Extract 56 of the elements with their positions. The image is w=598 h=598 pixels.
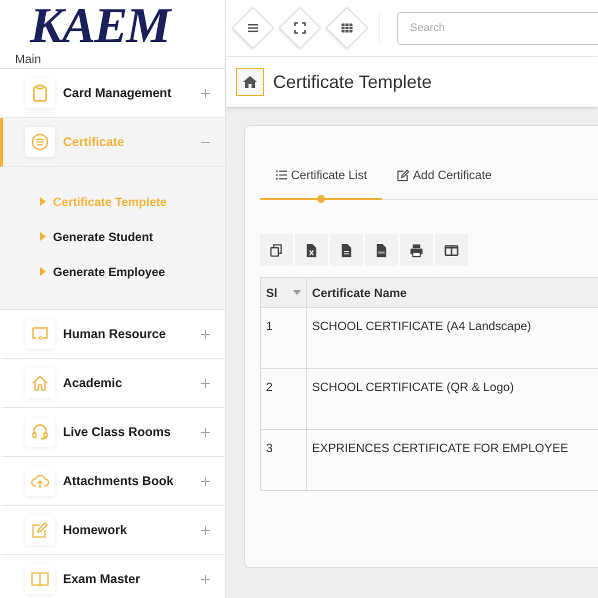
expand-icon[interactable]	[201, 378, 210, 388]
edit-icon	[397, 168, 410, 182]
list-icon	[275, 168, 288, 182]
expand-icon[interactable]	[201, 526, 210, 534]
export-button[interactable]	[330, 234, 363, 266]
menu-label: Exam Master	[63, 570, 140, 588]
menu-label: Live Class Rooms	[63, 424, 171, 441]
export-button[interactable]	[365, 234, 398, 266]
table-cell: 2	[260, 368, 306, 430]
monitor-icon	[25, 319, 55, 349]
columns-icon	[444, 242, 459, 258]
logo: KAEM	[30, 0, 170, 50]
fullscreen-icon	[292, 20, 308, 36]
column-header[interactable]: Sl	[266, 284, 278, 302]
file-icon	[339, 242, 354, 258]
export-button[interactable]	[435, 234, 468, 266]
expand-icon[interactable]	[201, 330, 210, 338]
menu-label: Homework	[63, 522, 127, 539]
circle-lines-icon	[25, 127, 55, 157]
page-title: Certificate Templete	[273, 70, 432, 94]
table-cell: 3	[260, 430, 306, 490]
export-button[interactable]	[260, 234, 293, 266]
caret-icon	[40, 267, 46, 276]
cloud-upload-icon	[25, 466, 55, 496]
menu-label: Card Management	[63, 84, 172, 102]
caret-icon	[40, 197, 46, 206]
expand-icon[interactable]	[201, 574, 210, 584]
book-icon	[25, 564, 55, 594]
section-heading: Main	[15, 51, 42, 68]
expand-icon[interactable]	[201, 88, 210, 98]
submenu-item[interactable]: Generate Student	[53, 228, 154, 246]
export-button[interactable]	[400, 234, 433, 266]
home-icon[interactable]	[236, 68, 264, 96]
house-icon	[25, 368, 55, 398]
export-button[interactable]	[295, 234, 328, 266]
pdf-file-icon	[374, 242, 389, 258]
caret-icon	[40, 232, 46, 241]
table-cell: 1	[260, 308, 306, 368]
excel-file-icon	[304, 242, 319, 258]
clipboard-icon	[25, 78, 55, 108]
sort-icon[interactable]	[293, 290, 301, 295]
tab[interactable]: Certificate List	[260, 152, 382, 200]
expand-icon[interactable]	[201, 428, 210, 436]
expand-icon[interactable]	[201, 476, 210, 486]
search-field[interactable]: Search	[397, 12, 598, 44]
menu-label: Human Resource	[63, 326, 166, 343]
copy-icon	[269, 242, 284, 258]
print-icon	[409, 242, 424, 258]
menu-label: Certificate	[63, 134, 124, 151]
edit-icon	[25, 515, 55, 545]
headset-icon	[25, 417, 55, 447]
column-header[interactable]: Certificate Name	[306, 278, 598, 308]
menu-label: Academic	[63, 374, 122, 392]
tab[interactable]: Add Certificate	[382, 152, 507, 200]
menu-label: Attachments Book	[63, 472, 174, 490]
submenu-item[interactable]: Generate Employee	[53, 262, 166, 280]
